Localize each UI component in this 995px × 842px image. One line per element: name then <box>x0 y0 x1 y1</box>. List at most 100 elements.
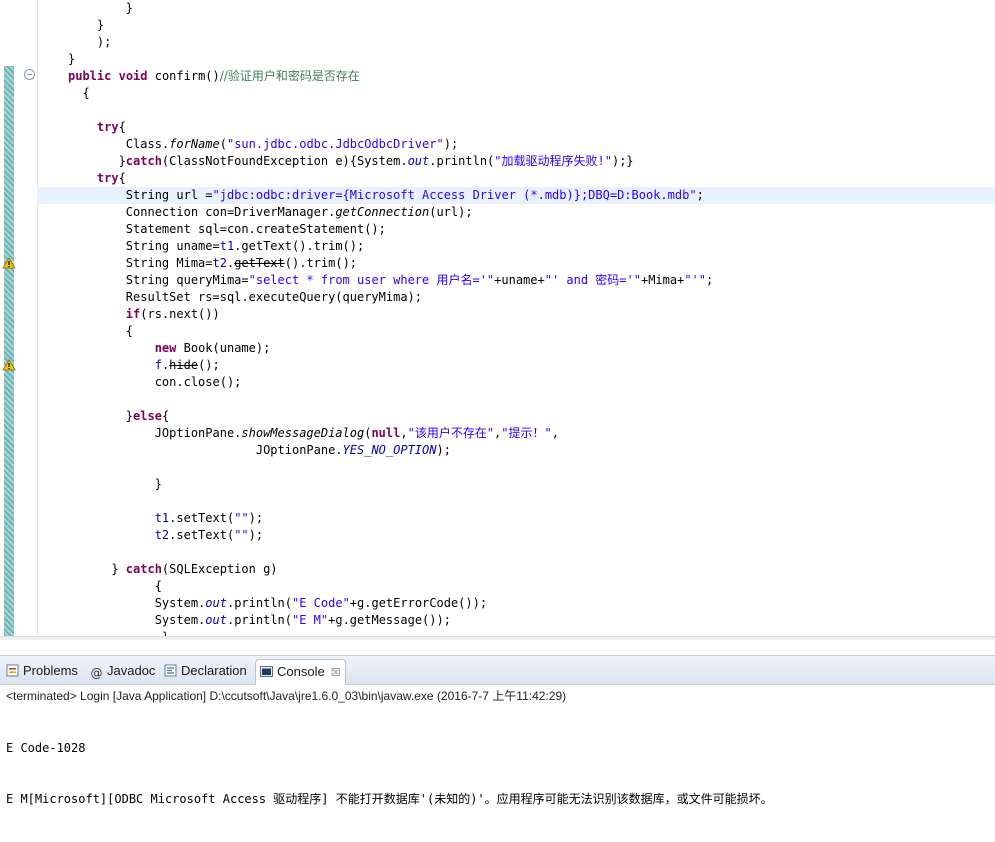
javadoc-icon: @ <box>90 666 103 680</box>
code-token: t2 <box>154 528 170 542</box>
code-line[interactable]: Statement sql=con.createStatement(); <box>37 221 995 238</box>
code-line[interactable]: if(rs.next()) <box>37 306 995 323</box>
code-line[interactable]: System.out.println("E M"+g.getMessage())… <box>37 612 995 629</box>
code-token: "jdbc:odbc:driver={Microsoft Access Driv… <box>212 188 697 202</box>
code-line[interactable]: } <box>37 17 995 34</box>
code-line[interactable]: JOptionPane.showMessageDialog(null,"该用户不… <box>37 425 995 442</box>
code-token: "select * from user where 用户名='" <box>248 273 495 287</box>
code-line[interactable]: new Book(uname); <box>37 340 995 357</box>
code-token: .setText( <box>169 528 235 542</box>
code-line[interactable]: try{ <box>37 170 995 187</box>
console-icon <box>260 666 273 677</box>
code-line[interactable]: }else{ <box>37 408 995 425</box>
code-line[interactable] <box>37 493 995 510</box>
code-token: Class. <box>68 137 170 151</box>
code-token: "加载驱动程序失败!" <box>494 154 612 168</box>
code-line[interactable]: } <box>37 51 995 68</box>
code-token: (ClassNotFoundException e){System. <box>161 154 408 168</box>
declaration-icon <box>164 664 177 677</box>
code-line[interactable]: { <box>37 85 995 102</box>
code-token: Connection con=DriverManager. <box>68 205 336 219</box>
code-token: (SQLException g) <box>161 562 278 576</box>
code-line[interactable]: t1.setText(""); <box>37 510 995 527</box>
code-token: ); <box>68 35 112 49</box>
code-token: try <box>96 171 119 185</box>
tab-javadoc[interactable]: @ Javadoc <box>86 659 159 683</box>
code-token: void <box>118 69 148 83</box>
code-line[interactable]: System.out.println("E Code"+g.getErrorCo… <box>37 595 995 612</box>
console-line: E Code-1028 <box>6 741 86 755</box>
code-token: f <box>154 358 162 372</box>
code-token: else <box>133 409 162 423</box>
change-indicator-bar <box>4 66 14 636</box>
tab-label: Problems <box>23 663 78 678</box>
code-line[interactable] <box>37 544 995 561</box>
code-line[interactable]: String queryMima="select * from user whe… <box>37 272 995 289</box>
code-line[interactable]: JOptionPane.YES_NO_OPTION); <box>37 442 995 459</box>
console-output[interactable]: E Code-1028 E M[Microsoft][ODBC Microsof… <box>6 706 773 842</box>
console-status: <terminated> Login [Java Application] D:… <box>6 689 567 703</box>
code-line[interactable]: String Mima=t2.getText().trim(); <box>37 255 995 272</box>
tab-declaration[interactable]: Declaration <box>160 659 251 683</box>
code-editor[interactable]: − } } );} public void confirm()//验证用户和密码是… <box>0 0 995 640</box>
tab-console[interactable]: Console ☒ <box>255 659 346 685</box>
code-token: } <box>68 18 105 32</box>
code-token: } <box>68 52 76 66</box>
code-token: } <box>68 477 162 491</box>
code-token: { <box>161 409 170 423</box>
code-token: ; <box>706 273 714 287</box>
code-line[interactable]: public void confirm()//验证用户和密码是否存在 <box>37 68 995 85</box>
code-line[interactable]: } <box>37 0 995 17</box>
code-token: out <box>407 154 430 168</box>
code-line[interactable]: } <box>37 476 995 493</box>
code-line[interactable]: Connection con=DriverManager.getConnecti… <box>37 204 995 221</box>
code-line[interactable]: String url ="jdbc:odbc:driver={Microsoft… <box>37 187 995 204</box>
code-token: } <box>68 1 134 15</box>
view-tab-bar: Problems @ Javadoc Declaration Console ☒ <box>0 656 995 685</box>
code-token: ); <box>248 511 264 525</box>
warning-icon[interactable] <box>2 257 16 269</box>
code-line[interactable] <box>37 459 995 476</box>
code-token: (); <box>198 358 220 372</box>
code-token: String url = <box>68 188 213 202</box>
warning-icon[interactable] <box>2 359 16 371</box>
code-line[interactable]: Class.forName("sun.jdbc.odbc.JdbcOdbcDri… <box>37 136 995 153</box>
code-line[interactable] <box>37 391 995 408</box>
collapse-icon[interactable]: − <box>24 69 35 80</box>
code-line[interactable]: ResultSet rs=sql.executeQuery(queryMima)… <box>37 289 995 306</box>
code-line[interactable]: } catch(SQLException g) <box>37 561 995 578</box>
code-token: catch <box>125 562 162 576</box>
code-line[interactable]: String uname=t1.getText().trim(); <box>37 238 995 255</box>
code-token: .getText().trim(); <box>234 239 365 253</box>
code-line[interactable]: t2.setText(""); <box>37 527 995 544</box>
tab-problems[interactable]: Problems <box>2 659 82 683</box>
tab-label: Console <box>277 664 325 679</box>
code-token: "提示！" <box>501 426 552 440</box>
code-line[interactable]: { <box>37 578 995 595</box>
code-token: con.close(); <box>68 375 242 389</box>
code-token: forName <box>169 137 220 151</box>
code-token: .setText( <box>169 511 235 525</box>
code-line[interactable]: ); <box>37 34 995 51</box>
code-token: .println( <box>226 596 292 610</box>
tab-label: Javadoc <box>107 663 156 678</box>
code-line[interactable] <box>37 102 995 119</box>
code-token: , <box>551 426 559 440</box>
code-token: t2 <box>212 256 227 270</box>
code-line[interactable]: }catch(ClassNotFoundException e){System.… <box>37 153 995 170</box>
code-token: { <box>118 120 126 134</box>
close-icon[interactable]: ☒ <box>331 667 341 679</box>
code-token: if <box>125 307 141 321</box>
horizontal-scrollbar[interactable]: ◂ <box>0 636 995 640</box>
code-token: { <box>68 324 134 338</box>
scroll-left-icon[interactable]: ◂ <box>37 639 42 640</box>
code-token: JOptionPane. <box>68 443 343 457</box>
code-line[interactable]: { <box>37 323 995 340</box>
code-line[interactable]: try{ <box>37 119 995 136</box>
code-line[interactable]: f.hide(); <box>37 357 995 374</box>
code-line[interactable]: con.close(); <box>37 374 995 391</box>
code-token: .println( <box>429 154 495 168</box>
